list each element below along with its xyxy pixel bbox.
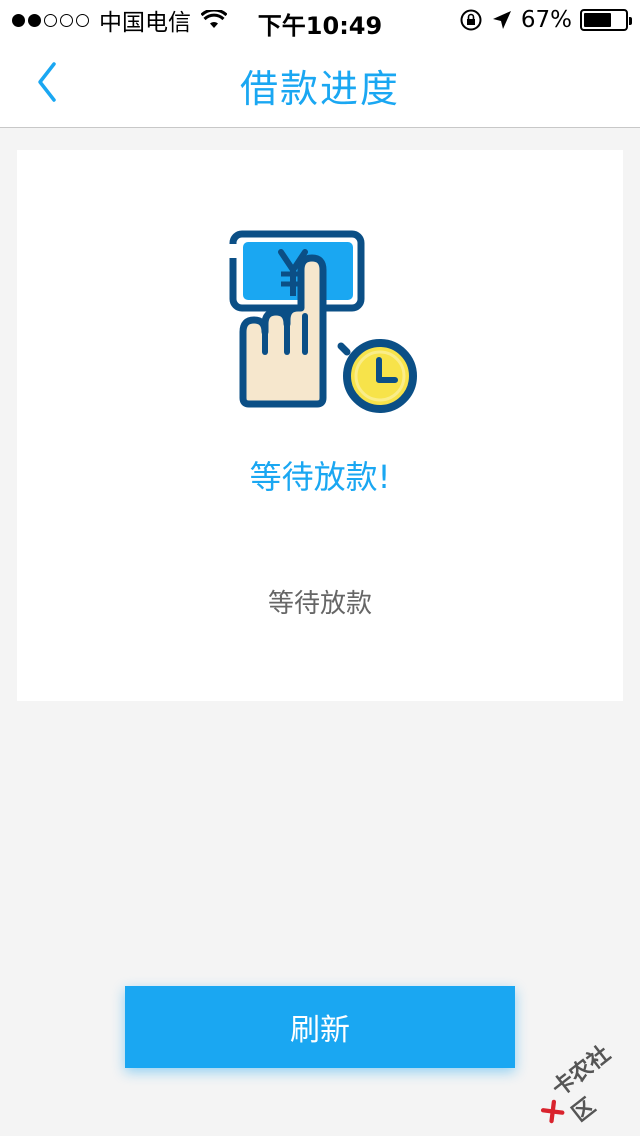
cash-finger-clock-icon — [225, 228, 425, 418]
battery-percentage: 67% — [520, 7, 572, 33]
status-description: 等待放款 — [267, 589, 372, 619]
battery-level — [584, 13, 611, 27]
status-bar: 中国电信 下午10:49 67% — [0, 0, 640, 40]
refresh-button[interactable]: 刷新 — [125, 986, 515, 1068]
loan-status-card: 等待放款! 等待放款 — [17, 150, 623, 701]
navigation-bar: 借款进度 — [0, 40, 640, 128]
watermark-logo: 卡农社区 — [523, 1029, 640, 1136]
status-heading: 等待放款! — [249, 458, 391, 496]
location-arrow-icon — [492, 11, 511, 29]
status-bar-right: 67% — [459, 6, 632, 34]
battery-icon — [580, 9, 632, 31]
page-title: 借款进度 — [239, 67, 400, 111]
rotation-lock-icon — [460, 9, 482, 31]
